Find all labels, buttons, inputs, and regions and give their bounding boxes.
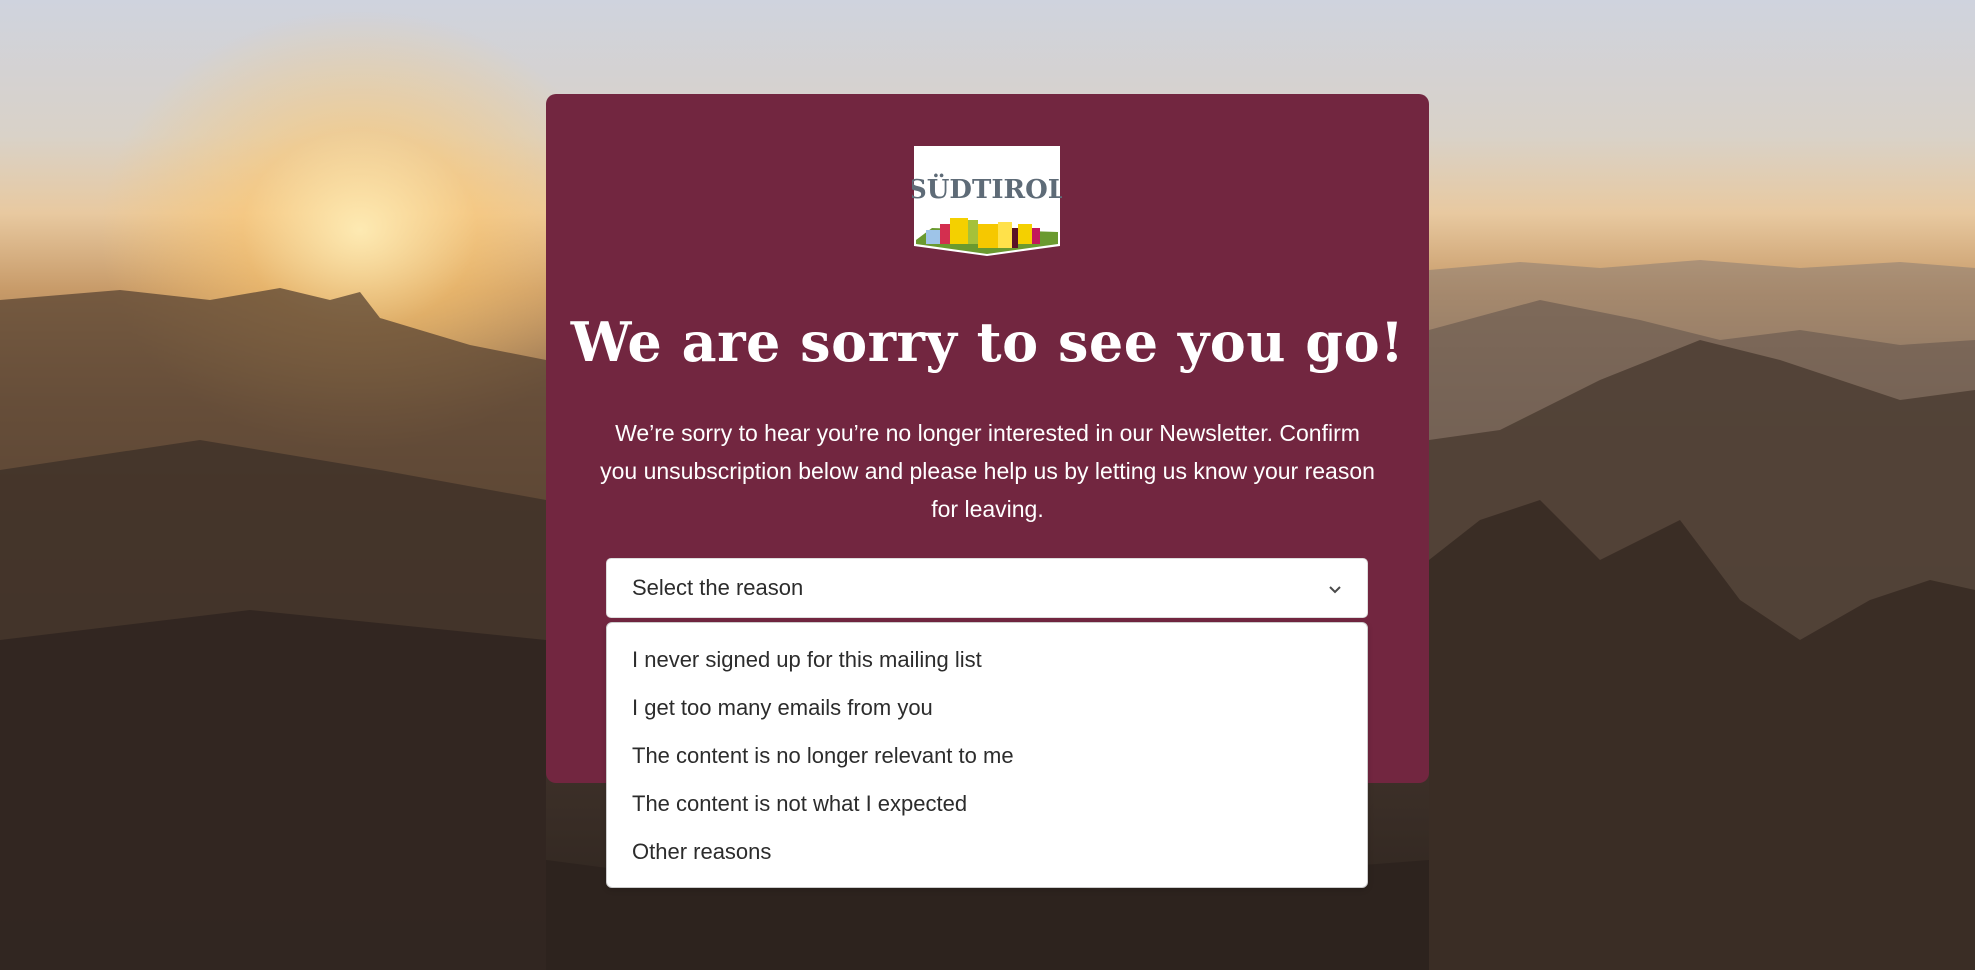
reason-dropdown-menu: I never signed up for this mailing list … [606,622,1368,888]
reason-select[interactable]: Select the reason [606,558,1368,618]
reason-option-too-many-emails[interactable]: I get too many emails from you [632,695,933,721]
reason-option-not-expected[interactable]: The content is not what I expected [632,791,967,817]
svg-text:SÜDTIROL: SÜDTIROL [912,173,1062,205]
reason-option-other[interactable]: Other reasons [632,839,771,865]
intro-text: We’re sorry to hear you’re no longer int… [600,420,1375,522]
reason-option-never-signed-up[interactable]: I never signed up for this mailing list [632,647,982,673]
reason-option-not-relevant[interactable]: The content is no longer relevant to me [632,743,1014,769]
suedtirol-logo: SÜDTIROL [908,144,1066,256]
page-title: We are sorry to see you go! [570,310,1405,374]
chevron-down-icon [1327,581,1343,597]
reason-select-value: Select the reason [632,575,804,600]
